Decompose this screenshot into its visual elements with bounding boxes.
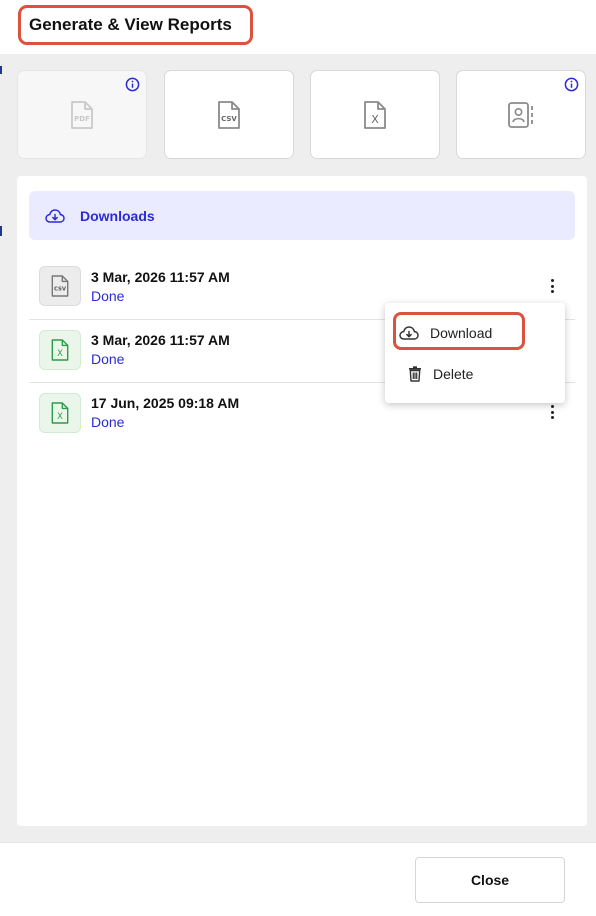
- download-status: Done: [91, 414, 125, 430]
- excel-file-icon: X: [39, 330, 81, 370]
- dialog-header: Generate & View Reports: [0, 0, 596, 54]
- report-type-pdf[interactable]: PDF: [17, 70, 147, 159]
- download-date: 3 Mar, 2026 11:57 AM: [91, 332, 230, 348]
- excel-icon-label: X: [57, 411, 63, 421]
- edge-marker: [0, 66, 2, 74]
- edge-marker: [0, 226, 2, 236]
- cloud-download-icon: [45, 208, 65, 223]
- csv-icon-label: CSV: [54, 287, 67, 293]
- downloads-label: Downloads: [80, 207, 155, 224]
- report-type-contact[interactable]: [456, 70, 586, 159]
- excel-file-icon: X: [364, 100, 386, 129]
- info-icon[interactable]: [125, 77, 140, 92]
- excel-file-icon: X: [39, 393, 81, 433]
- more-options-icon[interactable]: [544, 277, 560, 295]
- download-label: Download: [430, 325, 493, 341]
- download-date: 17 Jun, 2025 09:18 AM: [91, 395, 240, 411]
- report-type-csv[interactable]: CSV: [164, 70, 294, 159]
- menu-item-delete[interactable]: Delete: [385, 354, 565, 394]
- pdf-icon-label: PDF: [74, 115, 90, 123]
- csv-icon-label: CSV: [221, 115, 237, 123]
- csv-file-icon: CSV: [39, 266, 81, 306]
- close-button[interactable]: Close: [415, 857, 565, 903]
- trash-icon: [409, 366, 421, 382]
- excel-icon-label: X: [371, 113, 379, 126]
- info-icon[interactable]: [564, 77, 579, 92]
- row-context-menu: Download Delete: [385, 303, 565, 403]
- menu-item-download[interactable]: Download: [385, 313, 565, 353]
- downloads-panel: Downloads CSV 3 Mar, 2026 11:57 AM Done …: [17, 176, 587, 826]
- more-options-icon[interactable]: [544, 403, 560, 421]
- download-status: Done: [91, 351, 125, 367]
- download-date: 3 Mar, 2026 11:57 AM: [91, 269, 230, 285]
- excel-icon-label: X: [57, 348, 63, 358]
- download-status: Done: [91, 288, 125, 304]
- pdf-file-icon: PDF: [71, 100, 93, 129]
- csv-file-icon: CSV: [218, 100, 240, 129]
- delete-label: Delete: [433, 366, 474, 382]
- cloud-download-icon: [399, 326, 419, 340]
- report-type-excel[interactable]: X: [310, 70, 440, 159]
- contact-card-icon: [508, 101, 533, 128]
- downloads-header[interactable]: Downloads: [29, 191, 575, 240]
- dialog-title: Generate & View Reports: [18, 5, 253, 45]
